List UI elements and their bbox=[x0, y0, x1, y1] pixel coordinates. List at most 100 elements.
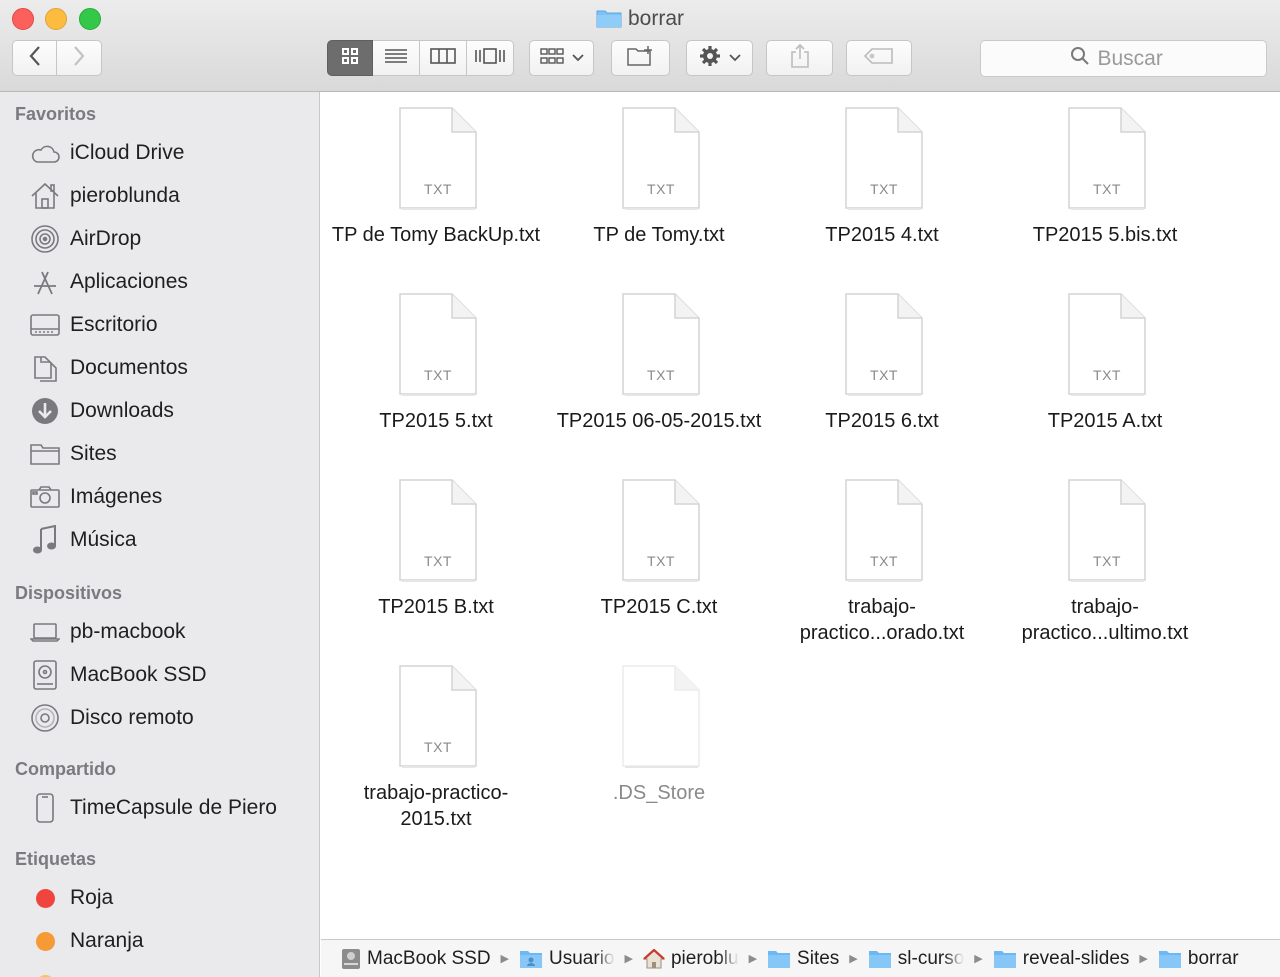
back-button[interactable] bbox=[12, 40, 57, 76]
sidebar-section-compartido: Compartido bbox=[15, 759, 116, 779]
path-crumb[interactable]: reveal-slides bbox=[993, 947, 1130, 970]
text-document-icon: TXT bbox=[621, 106, 701, 210]
file-item[interactable]: TXT TP2015 4.txt bbox=[771, 94, 993, 280]
file-item[interactable]: TXT TP2015 A.txt bbox=[994, 280, 1216, 466]
file-item[interactable]: TXT trabajo-practico-2015.txt bbox=[325, 652, 547, 838]
music-note-icon bbox=[28, 523, 62, 557]
file-name: TP2015 5.bis.txt bbox=[1032, 224, 1178, 246]
path-separator-icon: ▶ bbox=[974, 953, 983, 965]
path-crumb-label: pieroblu bbox=[670, 947, 739, 969]
sidebar-item-airdrop[interactable]: AirDrop bbox=[0, 219, 319, 259]
sidebar-item-label: Documentos bbox=[70, 356, 188, 379]
cover-flow-view-button[interactable] bbox=[467, 40, 514, 76]
file-name: TP2015 B.txt bbox=[378, 596, 494, 618]
sidebar-item-tag-roja[interactable]: Roja bbox=[0, 878, 319, 918]
sidebar-item-pieroblunda[interactable]: pieroblunda bbox=[0, 176, 319, 216]
path-crumb[interactable]: pieroblu bbox=[642, 947, 739, 970]
sidebar-item-icloud-drive[interactable]: iCloud Drive bbox=[0, 133, 319, 173]
file-name: TP2015 4.txt bbox=[825, 224, 939, 246]
file-item[interactable]: TXT TP2015 6.txt bbox=[771, 280, 993, 466]
search-input[interactable] bbox=[1097, 46, 1178, 71]
path-crumb[interactable]: Sites bbox=[767, 948, 839, 970]
sidebar-item-timecapsule[interactable]: TimeCapsule de Piero bbox=[0, 788, 319, 828]
action-menu-button[interactable] bbox=[686, 40, 753, 76]
sidebar-item-imagenes[interactable]: Imágenes bbox=[0, 477, 319, 517]
file-name: trabajo-practico...ultimo.txt bbox=[1021, 596, 1189, 644]
edit-tags-button[interactable] bbox=[846, 40, 912, 76]
path-crumb[interactable]: MacBook SSD bbox=[341, 948, 491, 970]
icon-view-button[interactable] bbox=[327, 40, 373, 76]
file-item[interactable]: TXT TP de Tomy BackUp.txt bbox=[325, 94, 547, 280]
file-type-label: TXT bbox=[1093, 553, 1121, 569]
file-item[interactable]: TXT TP2015 B.txt bbox=[325, 466, 547, 652]
file-type-label: TXT bbox=[1093, 181, 1121, 197]
sidebar-item-documentos[interactable]: Documentos bbox=[0, 348, 319, 388]
sidebar-section-dispositivos: Dispositivos bbox=[15, 583, 123, 603]
sidebar-item-sites[interactable]: Sites bbox=[0, 434, 319, 474]
sidebar-item-label: Imágenes bbox=[70, 485, 163, 508]
sidebar-item-musica[interactable]: Música bbox=[0, 520, 319, 560]
sidebar-item-pb-macbook[interactable]: pb-macbook bbox=[0, 612, 319, 652]
sidebar-item-escritorio[interactable]: Escritorio bbox=[0, 305, 319, 345]
file-item[interactable]: TXT TP de Tomy.txt bbox=[548, 94, 770, 280]
file-type-label: TXT bbox=[424, 181, 452, 197]
file-item[interactable]: TXT trabajo-practico...ultimo.txt bbox=[994, 466, 1216, 652]
sidebar-item-aplicaciones[interactable]: Aplicaciones bbox=[0, 262, 319, 302]
search-field[interactable] bbox=[980, 40, 1267, 77]
list-view-button[interactable] bbox=[373, 40, 420, 76]
sidebar-item-tag-partial[interactable] bbox=[0, 964, 319, 977]
column-view-button[interactable] bbox=[420, 40, 467, 76]
desktop-icon bbox=[28, 308, 62, 342]
sidebar-item-label: Escritorio bbox=[70, 313, 158, 336]
airdrop-icon bbox=[28, 222, 62, 256]
sidebar-section-favoritos: Favoritos bbox=[15, 104, 97, 124]
chevron-down-icon bbox=[728, 49, 741, 67]
home-icon bbox=[642, 948, 665, 969]
new-folder-icon bbox=[626, 45, 656, 72]
tag-dot-icon bbox=[28, 881, 62, 915]
sidebar-section-etiquetas: Etiquetas bbox=[15, 849, 97, 869]
camera-icon bbox=[28, 480, 62, 514]
file-item[interactable]: TXT TP2015 5.bis.txt bbox=[994, 94, 1216, 280]
hard-drive-icon bbox=[28, 658, 62, 692]
path-crumb[interactable]: sl-curso bbox=[868, 947, 965, 970]
blank-document-icon bbox=[621, 664, 701, 768]
path-separator-icon: ▶ bbox=[500, 953, 510, 965]
file-type-label: TXT bbox=[424, 739, 452, 755]
arrange-menu-button[interactable] bbox=[529, 40, 594, 76]
file-item[interactable]: TXT TP2015 C.txt bbox=[548, 466, 770, 652]
file-item[interactable]: TXT TP2015 5.txt bbox=[325, 280, 547, 466]
file-item[interactable]: .DS_Store bbox=[548, 652, 770, 838]
sidebar-item-label: Sites bbox=[70, 442, 117, 465]
new-folder-button[interactable] bbox=[611, 40, 670, 76]
file-item[interactable]: TXT TP2015 06-05-2015.txt bbox=[548, 280, 770, 466]
path-crumb-label: sl-curso bbox=[897, 947, 965, 969]
share-button[interactable] bbox=[766, 40, 833, 76]
sidebar-item-downloads[interactable]: Downloads bbox=[0, 391, 319, 431]
text-document-icon: TXT bbox=[844, 292, 924, 396]
grid-icon bbox=[341, 47, 359, 70]
folder-icon bbox=[868, 949, 892, 969]
text-document-icon: TXT bbox=[844, 478, 924, 582]
hard-drive-icon bbox=[341, 948, 361, 970]
list-icon bbox=[384, 47, 408, 70]
path-crumb-label: MacBook SSD bbox=[367, 947, 491, 969]
sidebar-item-macbook-ssd[interactable]: MacBook SSD bbox=[0, 655, 319, 695]
sidebar-item-label: pieroblunda bbox=[70, 184, 180, 207]
sidebar-item-label: Aplicaciones bbox=[70, 270, 188, 293]
sidebar-item-label: TimeCapsule de Piero bbox=[70, 796, 277, 819]
sidebar-item-tag-naranja[interactable]: Naranja bbox=[0, 921, 319, 961]
file-name: TP2015 06-05-2015.txt bbox=[556, 410, 762, 432]
forward-button[interactable] bbox=[57, 40, 102, 76]
path-separator-icon: ▶ bbox=[748, 953, 758, 965]
folder-icon bbox=[767, 949, 791, 969]
path-crumb[interactable]: borrar bbox=[1158, 948, 1239, 970]
sidebar-item-label: Downloads bbox=[70, 399, 174, 422]
chevron-right-icon bbox=[72, 45, 86, 72]
file-item[interactable]: TXT trabajo-practico...orado.txt bbox=[771, 466, 993, 652]
file-type-label: TXT bbox=[647, 181, 675, 197]
path-crumb[interactable]: Usuario bbox=[519, 948, 615, 970]
sidebar-item-disco-remoto[interactable]: Disco remoto bbox=[0, 698, 319, 738]
path-crumb-label: reveal-slides bbox=[1022, 947, 1130, 969]
path-crumb-label: Sites bbox=[797, 947, 840, 969]
